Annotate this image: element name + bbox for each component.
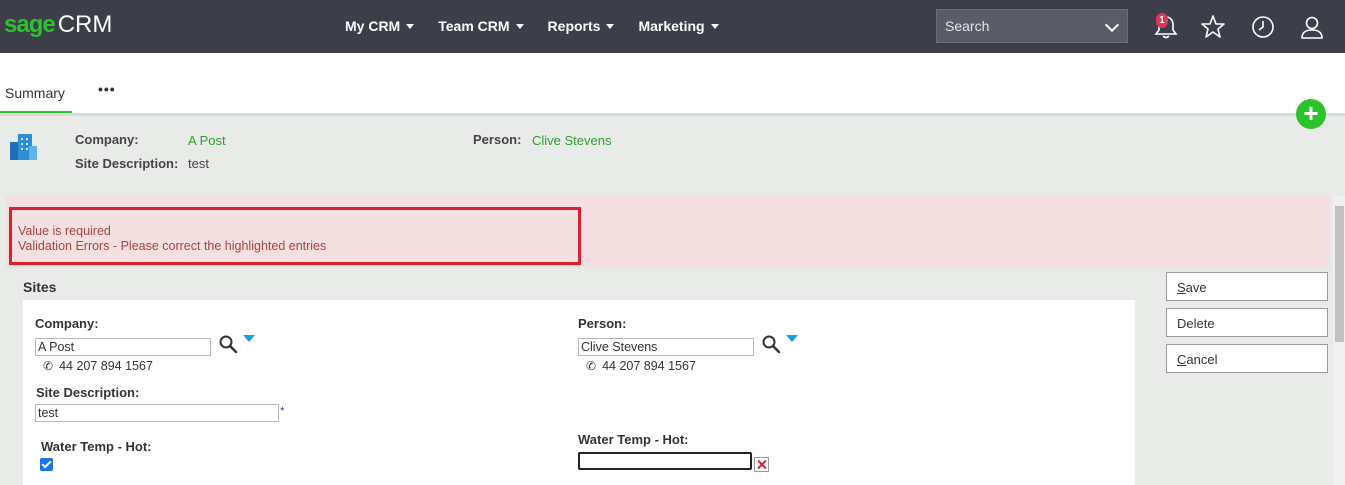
top-bar: sage CRM My CRM Team CRM Reports Marketin… [0,0,1345,53]
search-placeholder: Search [945,18,990,34]
summary-company-link[interactable]: A Post [188,133,226,148]
summary-company-label: Company: [75,132,139,147]
logo-sage-text: sage [4,11,56,38]
caret-down-icon [710,23,719,29]
person-search-icon[interactable] [761,334,781,354]
company-phone-number: 44 207 894 1567 [59,359,153,373]
nav-label: Reports [547,18,601,34]
company-search-icon[interactable] [218,334,238,354]
summary-person-label: Person: [473,132,522,147]
company-building-icon [10,134,37,160]
cancel-accesskey: C [1177,352,1187,367]
logo-crm-text: CRM [57,11,113,38]
person-phone-number: 44 207 894 1567 [602,359,696,373]
error-message-required: Value is required [18,224,111,238]
required-marker: * [280,404,285,418]
company-input[interactable]: A Post [35,338,211,356]
caret-down-icon [606,23,615,29]
tab-bar: Summary ••• [0,53,1345,115]
search-input[interactable]: Search [936,9,1128,43]
notification-badge: 1 [1156,13,1168,28]
tab-more-button[interactable]: ••• [98,81,116,97]
water-temp-hot-label-left: Water Temp - Hot: [41,439,152,454]
person-field-label: Person: [578,316,627,331]
nav-my-crm[interactable]: My CRM [345,18,415,34]
person-phone: ✆ 44 207 894 1567 [586,359,696,373]
person-input[interactable]: Clive Stevens [578,338,754,356]
nav-label: Team CRM [438,18,510,34]
tab-summary[interactable]: Summary [5,85,65,101]
section-title-sites: Sites [23,279,57,295]
caret-down-icon [406,23,415,29]
clear-field-icon[interactable] [754,457,769,472]
phone-icon: ✆ [43,359,54,373]
scrollbar-thumb[interactable] [1335,206,1344,342]
cancel-label: ancel [1186,352,1218,367]
delete-label: Delete [1177,316,1215,331]
user-profile-icon[interactable] [1299,14,1325,40]
company-dropdown-icon[interactable] [243,335,255,342]
water-temp-hot-checkbox[interactable] [40,458,53,471]
site-description-label: Site Description: [36,385,140,400]
caret-down-icon [515,23,524,29]
main-nav: My CRM Team CRM Reports Marketing [345,18,743,34]
recent-clock-icon[interactable] [1250,14,1276,40]
phone-icon: ✆ [586,359,597,373]
star-icon[interactable] [1200,14,1226,40]
add-new-button[interactable]: + [1296,99,1326,129]
company-field-label: Company: [35,316,99,331]
summary-site-label: Site Description: [75,156,179,171]
nav-marketing[interactable]: Marketing [638,18,719,34]
save-button[interactable]: Save [1166,272,1328,301]
error-message-validation: Validation Errors - Please correct the h… [18,239,327,253]
cancel-button[interactable]: Cancel [1166,344,1328,373]
sage-crm-logo[interactable]: sage CRM [4,10,112,40]
save-accesskey: S [1177,280,1186,295]
nav-label: My CRM [345,18,401,34]
person-dropdown-icon[interactable] [786,335,798,342]
company-phone: ✆ 44 207 894 1567 [43,359,153,373]
delete-button[interactable]: Delete [1166,308,1328,337]
site-description-input[interactable]: test [35,404,279,422]
nav-reports[interactable]: Reports [548,18,615,34]
summary-person-link[interactable]: Clive Stevens [532,133,611,148]
water-temp-hot-label-right: Water Temp - Hot: [578,432,689,447]
nav-team-crm[interactable]: Team CRM [438,18,524,34]
water-temp-hot-input[interactable] [578,452,752,470]
chevron-down-icon[interactable] [1104,17,1120,33]
save-label: ave [1185,280,1207,295]
summary-site-value: test [188,156,209,171]
nav-label: Marketing [638,18,705,34]
